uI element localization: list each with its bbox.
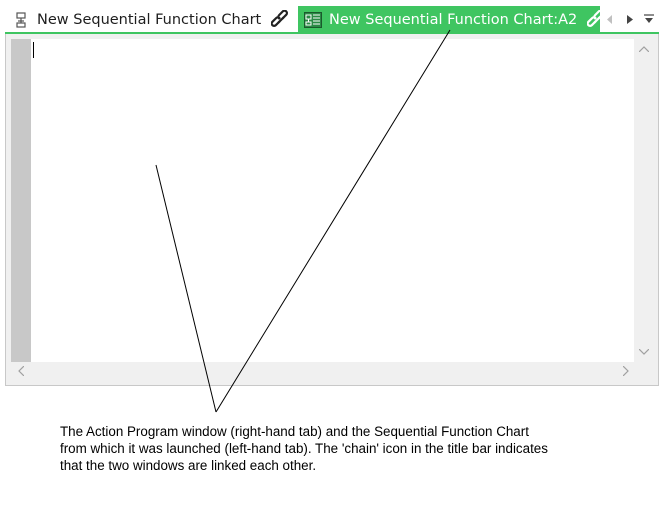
horizontal-scrollbar[interactable] [11, 362, 634, 380]
code-text-area[interactable] [31, 39, 634, 362]
scrollbar-corner [634, 362, 654, 380]
tab-label: New Sequential Function Chart [37, 11, 262, 28]
scroll-down-icon[interactable] [639, 347, 649, 357]
line-number-gutter [11, 39, 31, 362]
action-program-editor [5, 34, 659, 386]
vertical-scrollbar[interactable] [634, 39, 654, 362]
tab-sequential-function-chart[interactable]: New Sequential Function Chart [10, 6, 289, 33]
text-caret [33, 42, 34, 58]
tab-label: New Sequential Function Chart:A2 [329, 11, 578, 28]
action-program-icon [304, 10, 322, 30]
tab-action-program[interactable]: New Sequential Function Chart:A2 ✕ [298, 6, 600, 33]
scroll-left-icon[interactable] [16, 366, 26, 376]
chain-link-icon [587, 9, 600, 31]
chain-link-icon [271, 9, 291, 31]
sfc-diagram-icon [14, 10, 30, 30]
tab-bar: New Sequential Function Chart New Sequen… [0, 0, 664, 34]
chevron-left-icon[interactable] [604, 12, 616, 26]
figure-caption: The Action Program window (right-hand ta… [60, 424, 548, 473]
chevron-right-icon[interactable] [624, 12, 636, 26]
scroll-right-icon[interactable] [621, 366, 631, 376]
scroll-up-icon[interactable] [639, 44, 649, 54]
dropdown-menu-icon[interactable] [643, 12, 655, 26]
